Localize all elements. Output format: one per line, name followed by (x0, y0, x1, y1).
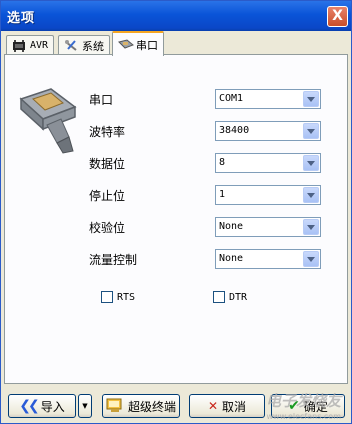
dtr-checkbox-label: DTR (229, 291, 248, 303)
port-select[interactable]: COM1 (215, 89, 321, 109)
chip-icon (12, 39, 26, 52)
cancel-icon: ✕ (207, 399, 219, 413)
double-chevron-left-icon: ❮❮ (19, 398, 40, 414)
flow-control-value: None (219, 253, 244, 264)
tab-system-label: 系统 (82, 39, 104, 53)
flow-control-select[interactable]: None (215, 249, 321, 269)
parity-select[interactable]: None (215, 217, 321, 237)
window-title: 选项 (7, 11, 36, 26)
parity-value: None (219, 221, 244, 232)
dtr-checkbox-box[interactable] (213, 291, 225, 303)
title-bar[interactable]: 选项 X (1, 1, 351, 31)
port-select-value: COM1 (219, 93, 244, 104)
setting-label-stop-bits: 停止位 (89, 189, 126, 203)
stop-bits-select[interactable]: 1 (215, 185, 321, 205)
baud-rate-value: 38400 (219, 125, 250, 136)
baud-rate-select[interactable]: 38400 (215, 121, 321, 141)
setting-label-port: 串口 (89, 93, 114, 107)
tab-serial-label: 串口 (136, 38, 158, 52)
tab-avr[interactable]: AVR (6, 35, 55, 55)
import-dropdown-button[interactable]: ▼ (78, 394, 92, 418)
data-bits-select[interactable]: 8 (215, 153, 321, 173)
chevron-down-icon[interactable] (303, 187, 319, 203)
serial-port-icon (118, 38, 134, 51)
terminal-icon (106, 397, 124, 416)
watermark-text: 电子发烧友 (265, 392, 341, 410)
tools-icon (64, 39, 78, 52)
setting-label-data-bits: 数据位 (89, 157, 126, 171)
chevron-down-icon[interactable] (303, 123, 319, 139)
tab-avr-label: AVR (30, 40, 49, 51)
rts-checkbox-box[interactable] (101, 291, 113, 303)
dtr-checkbox[interactable]: DTR (213, 291, 247, 303)
tab-system[interactable]: 系统 (58, 35, 110, 55)
import-button[interactable]: ❮❮ 导入 (8, 394, 76, 418)
close-button[interactable]: X (327, 6, 348, 27)
caret-down-icon: ▼ (82, 402, 88, 410)
serial-connector-icon (17, 85, 81, 155)
rts-checkbox-label: RTS (117, 291, 136, 303)
data-bits-value: 8 (219, 157, 226, 168)
chevron-down-icon[interactable] (303, 251, 319, 267)
setting-label-parity: 校验位 (89, 221, 126, 235)
options-dialog: 选项 X AVR 系统 串口 串口 COM1 波特率 38400 数据位 8 停… (0, 0, 352, 424)
cancel-button[interactable]: ✕ 取消 (189, 394, 265, 418)
chevron-down-icon[interactable] (303, 155, 319, 171)
setting-label-baud: 波特率 (89, 125, 126, 139)
watermark-url: www.elecfans.com (266, 412, 342, 421)
rts-checkbox[interactable]: RTS (101, 291, 135, 303)
serial-settings-panel: 串口 COM1 波特率 38400 数据位 8 停止位 1 校验位 None 流… (4, 54, 348, 384)
chevron-down-icon[interactable] (303, 219, 319, 235)
stop-bits-value: 1 (219, 189, 226, 200)
chevron-down-icon[interactable] (303, 91, 319, 107)
import-button-label: 导入 (40, 399, 65, 414)
terminal-button[interactable]: 超级终端 (102, 394, 180, 418)
tab-serial[interactable]: 串口 (112, 31, 164, 56)
tab-bar: AVR 系统 串口 (4, 31, 348, 56)
terminal-button-label: 超级终端 (127, 399, 176, 414)
cancel-button-label: 取消 (222, 399, 247, 414)
setting-label-flow-control: 流量控制 (89, 253, 138, 267)
